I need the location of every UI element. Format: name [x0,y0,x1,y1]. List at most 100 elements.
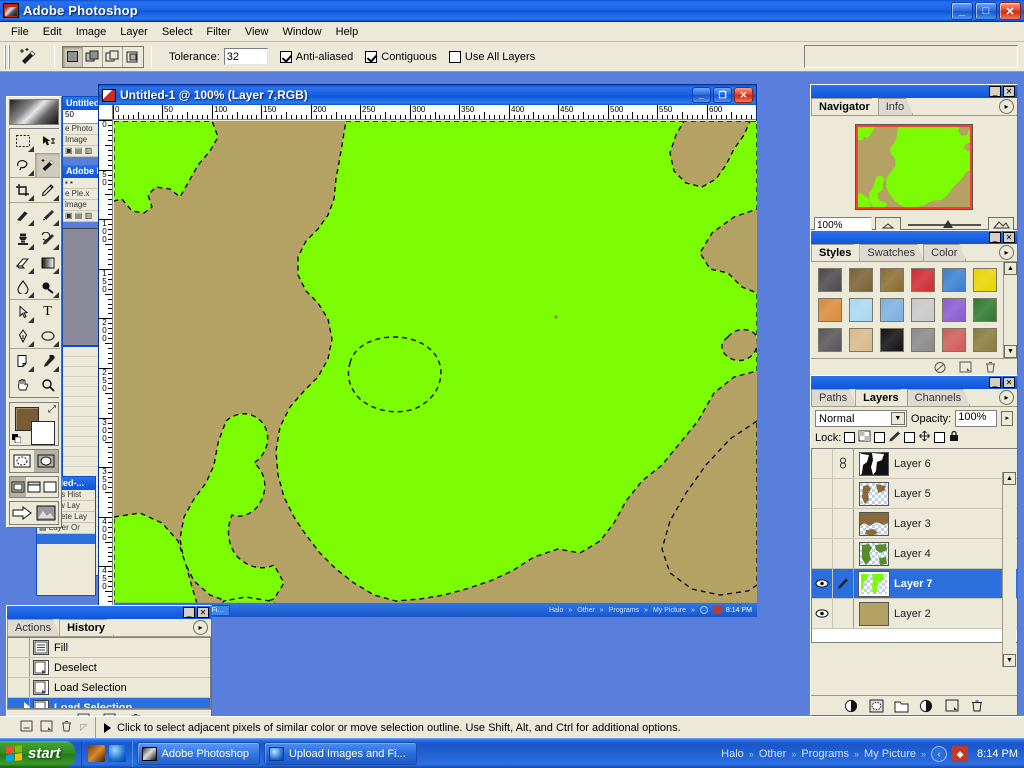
history-brush-tool[interactable] [35,227,60,251]
jump-to-imageready-icon[interactable] [10,502,34,524]
navigator-close-button[interactable]: ✕ [1003,86,1015,97]
style-swatch[interactable] [938,325,969,355]
menu-select[interactable]: Select [155,24,200,40]
navigator-view-box[interactable] [856,125,972,209]
tray-label-programs[interactable]: Programs [801,748,849,760]
tab-navigator[interactable]: Navigator [811,98,879,115]
maximize-button[interactable]: □ [975,2,997,20]
style-swatch[interactable] [845,265,876,295]
layer-mask-icon[interactable] [869,698,885,713]
dodge-tool[interactable] [35,275,60,299]
document-maximize-button[interactable]: ❐ [713,87,732,103]
style-swatch[interactable] [969,325,1000,355]
swap-colors-icon[interactable]: ⤢ [48,404,56,415]
new-selection-button[interactable] [63,46,83,67]
history-item[interactable]: Fill [8,638,210,658]
status-delete-icon[interactable] [60,720,73,735]
layer-thumbnail[interactable] [859,481,889,506]
delete-layer-icon[interactable] [969,698,985,713]
lasso-tool[interactable] [10,153,35,177]
tray-label-other[interactable]: Other [759,748,787,760]
style-swatch[interactable] [814,325,845,355]
layer-row[interactable]: Layer 5 [812,479,1017,509]
layer-name[interactable]: Layer 5 [894,488,931,500]
canvas-area[interactable]: k to select adjacent pixels of similar c… [114,121,757,617]
layer-thumbnail[interactable] [859,601,889,626]
layer-row[interactable]: Layer 3 [812,509,1017,539]
lock-transparent-checkbox[interactable] [844,432,856,443]
history-panel-minimize-button[interactable]: _ [183,607,195,618]
use-all-layers-checkbox-row[interactable]: Use All Layers [448,50,535,63]
style-swatch[interactable] [969,265,1000,295]
use-all-layers-checkbox[interactable] [448,50,461,63]
media-player-icon[interactable] [87,745,105,762]
lock-image-checkbox[interactable] [874,432,886,443]
standard-mode-button[interactable] [10,450,34,472]
magic-wand-tool[interactable] [35,153,60,177]
anti-aliased-checkbox-row[interactable]: Anti-aliased [279,50,353,63]
brush-tool[interactable] [35,203,60,227]
tab-color[interactable]: Color [923,244,966,261]
new-group-icon[interactable] [894,698,910,713]
taskbar-button-photoshop[interactable]: Adobe Photoshop [136,742,260,765]
layer-link-toggle[interactable] [833,539,854,568]
layer-thumbnail[interactable] [859,511,889,536]
type-tool[interactable]: T [35,300,60,324]
new-layer-icon[interactable] [944,698,960,713]
full-screen-menubar-button[interactable] [26,477,42,497]
lock-all-checkbox[interactable] [934,432,946,443]
status-snapshot-icon[interactable] [40,720,53,735]
document-minimize-button[interactable]: _ [692,87,711,103]
menu-layer[interactable]: Layer [113,24,155,40]
layers-scrollbar[interactable]: ▲ ▼ [1002,472,1016,667]
path-selection-tool[interactable] [10,300,35,324]
opacity-slider-arrow-icon[interactable]: ▸ [1001,411,1013,426]
menu-filter[interactable]: Filter [199,24,237,40]
tab-layers[interactable]: Layers [855,389,907,406]
taskbar-button-browser[interactable]: Upload Images and Fi... [263,742,417,765]
layer-row[interactable]: Layer 2 [812,599,1017,629]
styles-menu-icon[interactable]: ▸ [999,245,1014,260]
tab-styles[interactable]: Styles [811,244,860,261]
healing-brush-tool[interactable] [10,203,35,227]
eyedropper-tool[interactable] [35,349,60,373]
navigator-thumbnail[interactable] [855,124,973,210]
show-hidden-icon[interactable]: ‹ [931,746,948,762]
menu-view[interactable]: View [238,24,276,40]
horizontal-ruler[interactable]: 0 50 100 150 200 250 300 350 400 450 500 550 600 [113,105,756,120]
style-swatch[interactable] [876,265,907,295]
layer-link-toggle[interactable] [833,599,854,628]
layer-visibility-toggle[interactable] [812,599,833,628]
style-swatch[interactable] [938,295,969,325]
status-new-icon[interactable] [20,720,33,735]
layer-name[interactable]: Layer 7 [894,578,933,590]
add-to-selection-button[interactable] [83,46,103,67]
layer-link-toggle[interactable] [833,479,854,508]
layer-row[interactable]: Layer 4 [812,539,1017,569]
crop-tool[interactable] [10,178,35,202]
style-swatch[interactable] [938,265,969,295]
subtract-from-selection-button[interactable] [103,46,123,67]
layer-name[interactable]: Layer 3 [894,518,931,530]
style-swatch[interactable] [814,265,845,295]
tab-channels[interactable]: Channels [907,389,970,406]
menu-window[interactable]: Window [276,24,329,40]
layer-thumbnail[interactable] [859,541,889,566]
history-item[interactable]: Load Selection [8,678,210,698]
style-swatch[interactable] [907,265,938,295]
tab-paths[interactable]: Paths [811,389,856,406]
quick-mask-mode-button[interactable] [34,450,58,472]
layer-name[interactable]: Layer 4 [894,548,931,560]
history-item[interactable]: Deselect [8,658,210,678]
tab-swatches[interactable]: Swatches [859,244,924,261]
zoom-tool[interactable] [35,373,60,397]
adjustment-layer-icon[interactable] [919,698,935,713]
minimize-button[interactable]: _ [951,2,973,20]
layer-thumbnail-active[interactable] [858,570,890,597]
tab-actions[interactable]: Actions [7,619,60,636]
layer-visibility-toggle[interactable] [812,569,833,598]
eraser-tool[interactable] [10,251,35,275]
style-swatch[interactable] [969,295,1000,325]
contiguous-checkbox[interactable] [365,50,378,63]
vertical-ruler[interactable]: 0 50 100 150 200 250 300 350 400 450 [99,120,113,616]
